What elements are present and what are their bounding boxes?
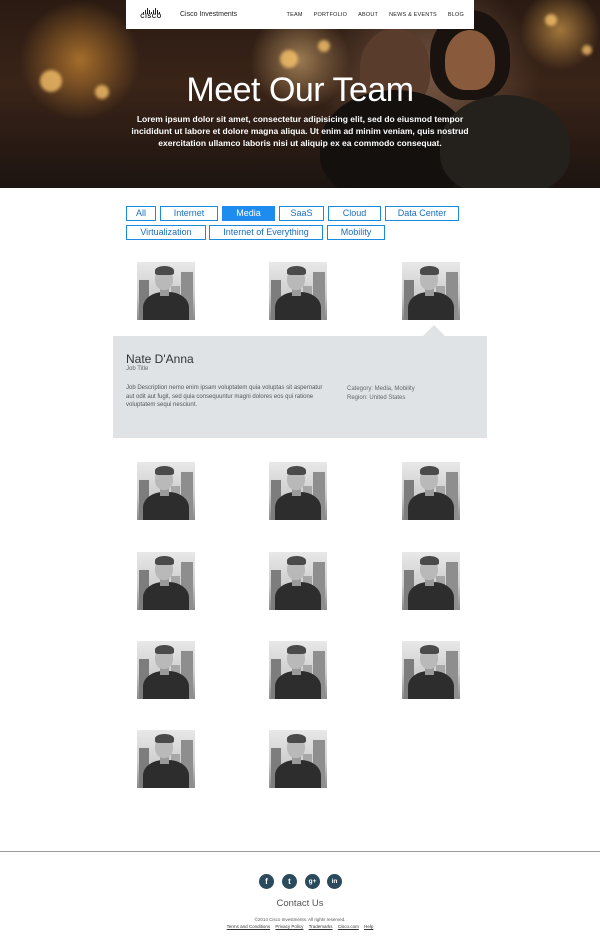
- team-member-photo[interactable]: [137, 262, 195, 320]
- google-plus-icon[interactable]: g+: [305, 874, 320, 889]
- bokeh-light: [545, 14, 557, 26]
- linkedin-icon[interactable]: in: [327, 874, 342, 889]
- filter-internet[interactable]: Internet: [160, 206, 218, 221]
- team-member-photo[interactable]: [137, 462, 195, 520]
- nav-item-about[interactable]: ABOUT: [358, 12, 378, 18]
- footer-link-privacy[interactable]: Privacy Policy: [275, 924, 303, 929]
- nav-item-blog[interactable]: BLOG: [448, 12, 464, 18]
- team-member-photo-selected[interactable]: [402, 262, 460, 320]
- bokeh-light: [318, 40, 330, 52]
- nav-item-news-events[interactable]: NEWS & EVENTS: [389, 12, 437, 18]
- filter-media[interactable]: Media: [222, 206, 275, 221]
- filter-mobility[interactable]: Mobility: [327, 225, 385, 240]
- facebook-icon[interactable]: f: [259, 874, 274, 889]
- nav-item-team[interactable]: TEAM: [287, 12, 303, 18]
- footer-divider: [0, 851, 600, 852]
- filter-saas[interactable]: SaaS: [279, 206, 324, 221]
- nav-item-portfolio[interactable]: PORTFOLIO: [314, 12, 347, 18]
- brand-name[interactable]: Cisco Investments: [180, 11, 237, 18]
- detail-pointer: [423, 325, 445, 336]
- footer-link-terms[interactable]: Terms and Conditions: [227, 924, 271, 929]
- logo-wordmark: CISCO: [140, 14, 162, 20]
- member-job-title: Job Title: [126, 366, 149, 372]
- team-member-photo[interactable]: [137, 641, 195, 699]
- filter-virtualization[interactable]: Virtualization: [126, 225, 206, 240]
- footer-link-help[interactable]: Help: [364, 924, 373, 929]
- team-member-photo[interactable]: [137, 730, 195, 788]
- filter-all[interactable]: All: [126, 206, 156, 221]
- team-member-photo[interactable]: [269, 641, 327, 699]
- bokeh-light: [280, 50, 298, 68]
- copyright: ©2014 Cisco Investments. All rights rese…: [254, 917, 346, 922]
- footer-link-cisco[interactable]: Cisco.com: [338, 924, 359, 929]
- team-member-photo[interactable]: [269, 730, 327, 788]
- twitter-icon[interactable]: t: [282, 874, 297, 889]
- filter-data-center[interactable]: Data Center: [385, 206, 459, 221]
- member-region: Region: United States: [347, 395, 406, 401]
- footer-link-trademarks[interactable]: Trademarks: [309, 924, 333, 929]
- member-name: Nate D'Anna: [126, 352, 194, 366]
- hero-banner: CISCO Cisco Investments TEAM PORTFOLIO A…: [0, 0, 600, 188]
- bokeh-light: [582, 45, 592, 55]
- main-nav: TEAM PORTFOLIO ABOUT NEWS & EVENTS BLOG: [287, 12, 464, 18]
- team-member-photo[interactable]: [137, 552, 195, 610]
- team-member-photo[interactable]: [269, 552, 327, 610]
- team-member-photo[interactable]: [402, 641, 460, 699]
- team-member-photo[interactable]: [269, 262, 327, 320]
- page-title: Meet Our Team: [186, 71, 414, 109]
- member-description: Job Description nemo enim ipsam voluptat…: [126, 385, 323, 408]
- hero-subtitle: Lorem ipsum dolor sit amet, consectetur …: [131, 114, 469, 148]
- top-navbar: CISCO Cisco Investments TEAM PORTFOLIO A…: [126, 0, 474, 29]
- footer-links: Terms and Conditions Privacy Policy Trad…: [0, 924, 600, 929]
- team-member-photo[interactable]: [402, 462, 460, 520]
- team-member-photo[interactable]: [402, 552, 460, 610]
- cisco-logo[interactable]: CISCO: [132, 8, 170, 21]
- filter-cloud[interactable]: Cloud: [328, 206, 381, 221]
- member-detail-panel: Nate D'Anna Job Title Job Description ne…: [113, 336, 487, 438]
- team-member-photo[interactable]: [269, 462, 327, 520]
- filter-internet-of-everything[interactable]: Internet of Everything: [209, 225, 323, 240]
- contact-us-link[interactable]: Contact Us: [0, 898, 600, 909]
- member-category: Category: Media, Mobility: [347, 386, 415, 392]
